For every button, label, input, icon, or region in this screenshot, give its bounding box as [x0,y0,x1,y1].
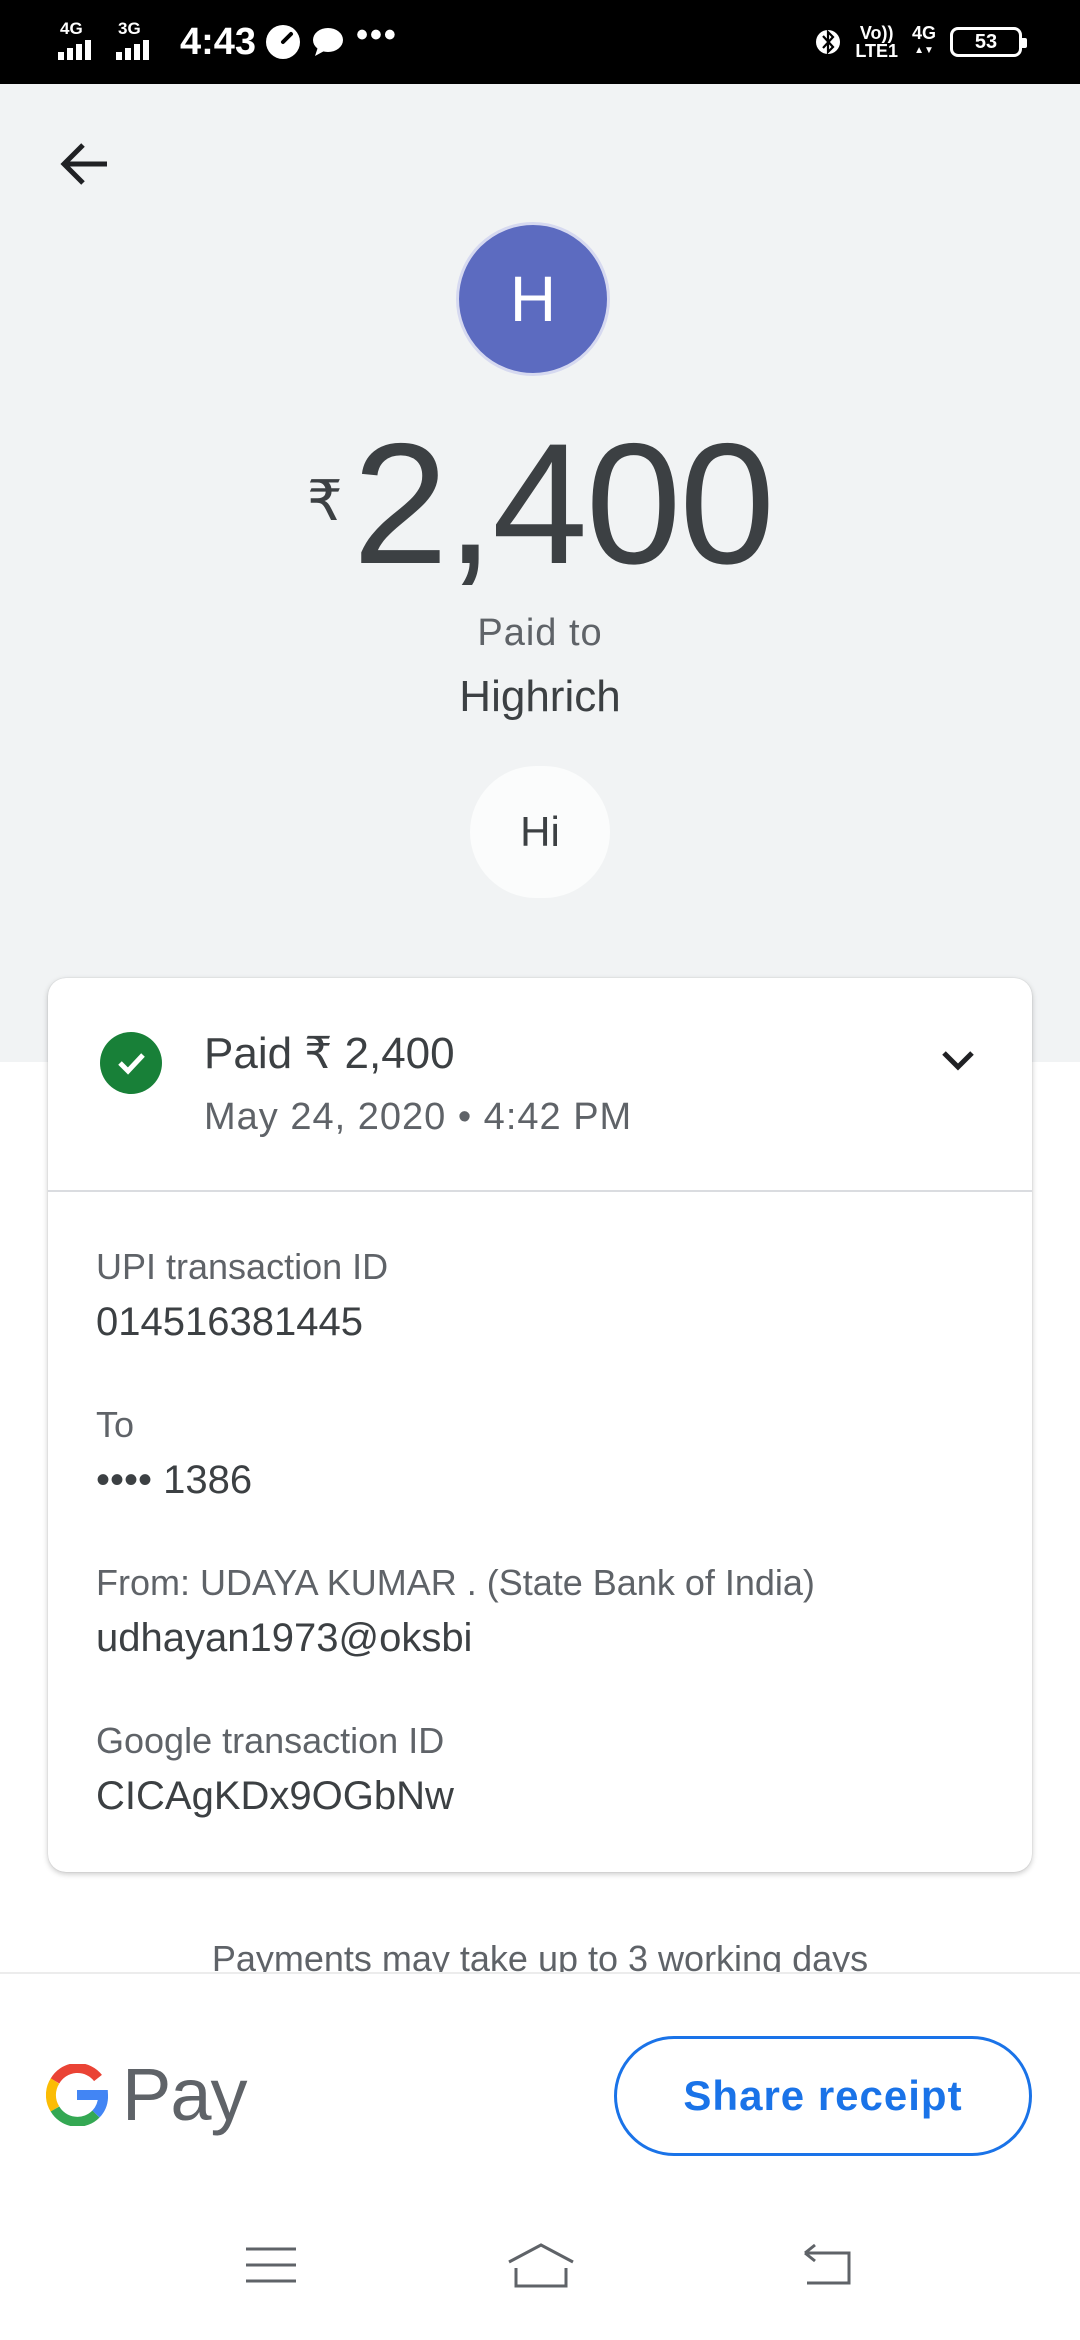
detail-value: •••• 1386 [96,1458,253,1502]
battery-icon: 53 [950,27,1027,57]
volte-indicator: Vo)) LTE1 [855,23,898,61]
home-icon [508,2243,574,2288]
pay-wordmark: Pay [122,2053,248,2136]
message-bubble: Hi [470,766,610,898]
recipient-account: To •••• 1386 [96,1404,252,1503]
menu-nav-button[interactable] [236,2230,306,2300]
detail-label: To [96,1404,135,1445]
arrow-back-icon [60,143,107,185]
battery-level: 53 [974,30,998,53]
data-indicator: 4G ▲▼ [911,23,936,56]
speed-icon [266,25,301,59]
upi-transaction-id: UPI transaction ID 014516381445 [96,1246,388,1345]
more-notifications-icon: ••• [356,15,398,54]
payment-status-title: Paid ₹ 2,400 [204,1029,455,1078]
network-type: 4G [60,19,83,38]
card-header[interactable]: Paid ₹ 2,400 May 24, 2020 • 4:42 PM [48,978,1032,1192]
signal-icon-2: 3G [116,20,164,64]
chevron-down-icon [942,1051,974,1071]
google-pay-logo: Pay [46,2052,248,2137]
amount-value: 2,400 [352,408,775,600]
status-bar: 4G 3G 4:43 ••• Vo)) LTE1 4G ▲▼ 53 [0,0,1080,84]
payee-name: Highrich [459,672,621,721]
detail-label: UPI transaction ID [96,1246,389,1287]
share-receipt-button[interactable]: Share receipt [614,2036,1032,2156]
amount-display: ₹ 2,400 [0,418,1080,590]
message-text: Hi [520,808,560,855]
status-time: 4:43 [180,20,257,63]
detail-label: From: UDAYA KUMAR . (State Bank of India… [96,1562,815,1603]
detail-value: udhayan1973@oksbi [96,1616,473,1660]
paid-to-label: Paid to [477,612,603,654]
sender-account: From: UDAYA KUMAR . (State Bank of India… [96,1562,815,1661]
network-type-2: 3G [118,19,141,38]
transaction-card: Paid ₹ 2,400 May 24, 2020 • 4:42 PM UPI … [48,978,1032,1872]
back-nav-button[interactable] [790,2230,860,2300]
home-nav-button[interactable] [506,2230,576,2300]
detail-label: Google transaction ID [96,1720,445,1761]
bottom-bar: Pay Share receipt [0,1972,1080,2340]
expand-button[interactable] [918,1020,998,1100]
avatar: H [456,222,610,376]
bluetooth-icon [816,29,841,55]
back-button[interactable] [50,130,118,198]
menu-icon [246,2247,296,2283]
signal-icon: 4G [58,20,106,64]
google-g-icon [46,2063,108,2126]
payment-date: May 24, 2020 • 4:42 PM [204,1096,633,1138]
currency-symbol: ₹ [306,469,343,532]
detail-value: CICAgKDx9OGbNw [96,1774,454,1818]
share-receipt-label: Share receipt [683,2072,963,2119]
chat-bubble-icon [313,28,344,56]
avatar-letter: H [509,263,557,335]
return-icon [804,2243,851,2285]
check-circle-icon [100,1032,162,1094]
google-transaction-id: Google transaction ID CICAgKDx9OGbNw [96,1720,454,1819]
detail-value: 014516381445 [96,1300,363,1344]
